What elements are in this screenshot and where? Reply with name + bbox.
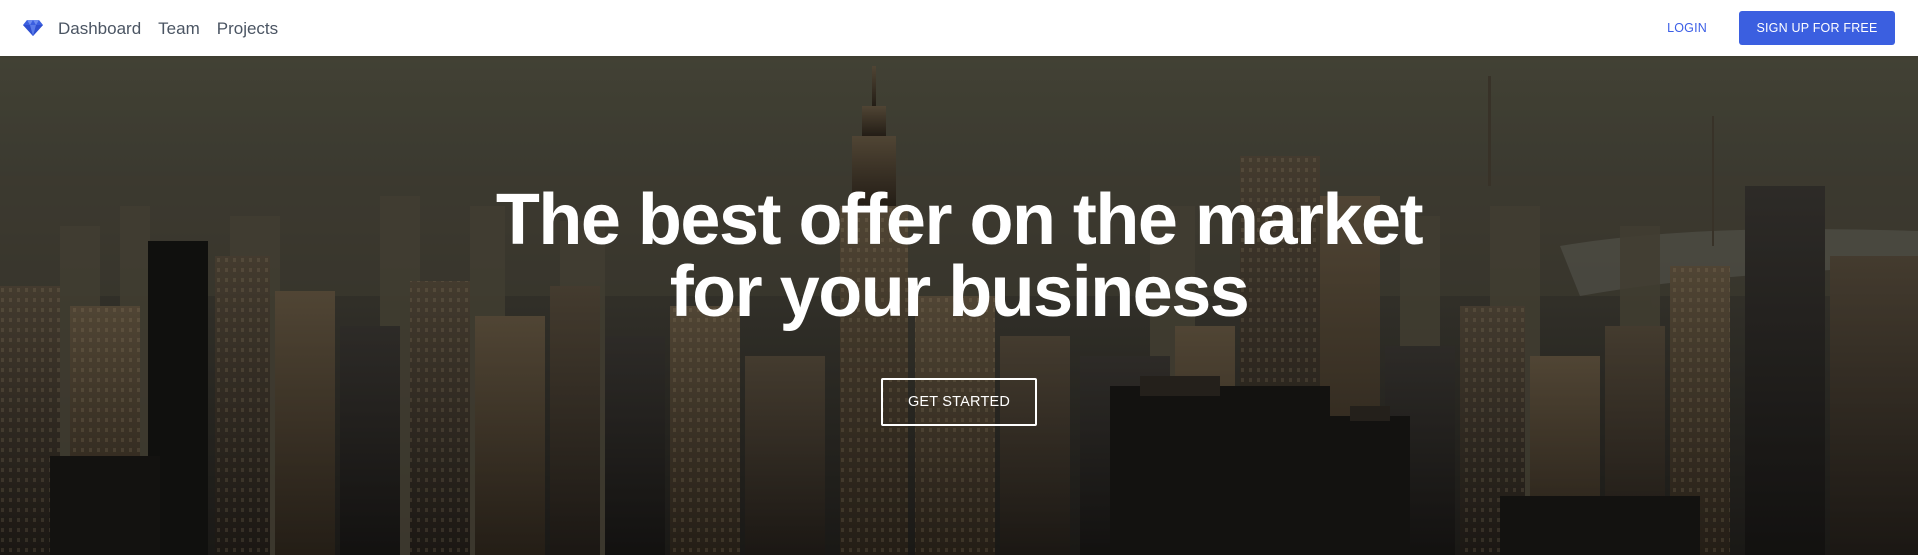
hero-section: The best offer on the market for your bu… [0, 56, 1918, 555]
signup-button[interactable]: SIGN UP FOR FREE [1739, 11, 1895, 45]
nav-link-team[interactable]: Team [158, 20, 200, 37]
nav-link-projects[interactable]: Projects [217, 20, 278, 37]
diamond-icon [23, 20, 43, 36]
login-link[interactable]: LOGIN [1651, 11, 1723, 45]
hero-title-line-2: for your business [669, 252, 1250, 332]
navbar: Dashboard Team Projects LOGIN SIGN UP FO… [0, 0, 1918, 56]
hero-content: The best offer on the market for your bu… [0, 184, 1918, 426]
brand-logo[interactable] [22, 17, 44, 39]
nav-actions: LOGIN SIGN UP FOR FREE [1651, 11, 1896, 45]
get-started-button[interactable]: GET STARTED [881, 378, 1037, 426]
hero-title: The best offer on the market for your bu… [0, 184, 1918, 328]
hero-title-line-1: The best offer on the market [495, 180, 1424, 260]
nav-link-dashboard[interactable]: Dashboard [58, 20, 141, 37]
main-nav: Dashboard Team Projects [58, 20, 278, 37]
